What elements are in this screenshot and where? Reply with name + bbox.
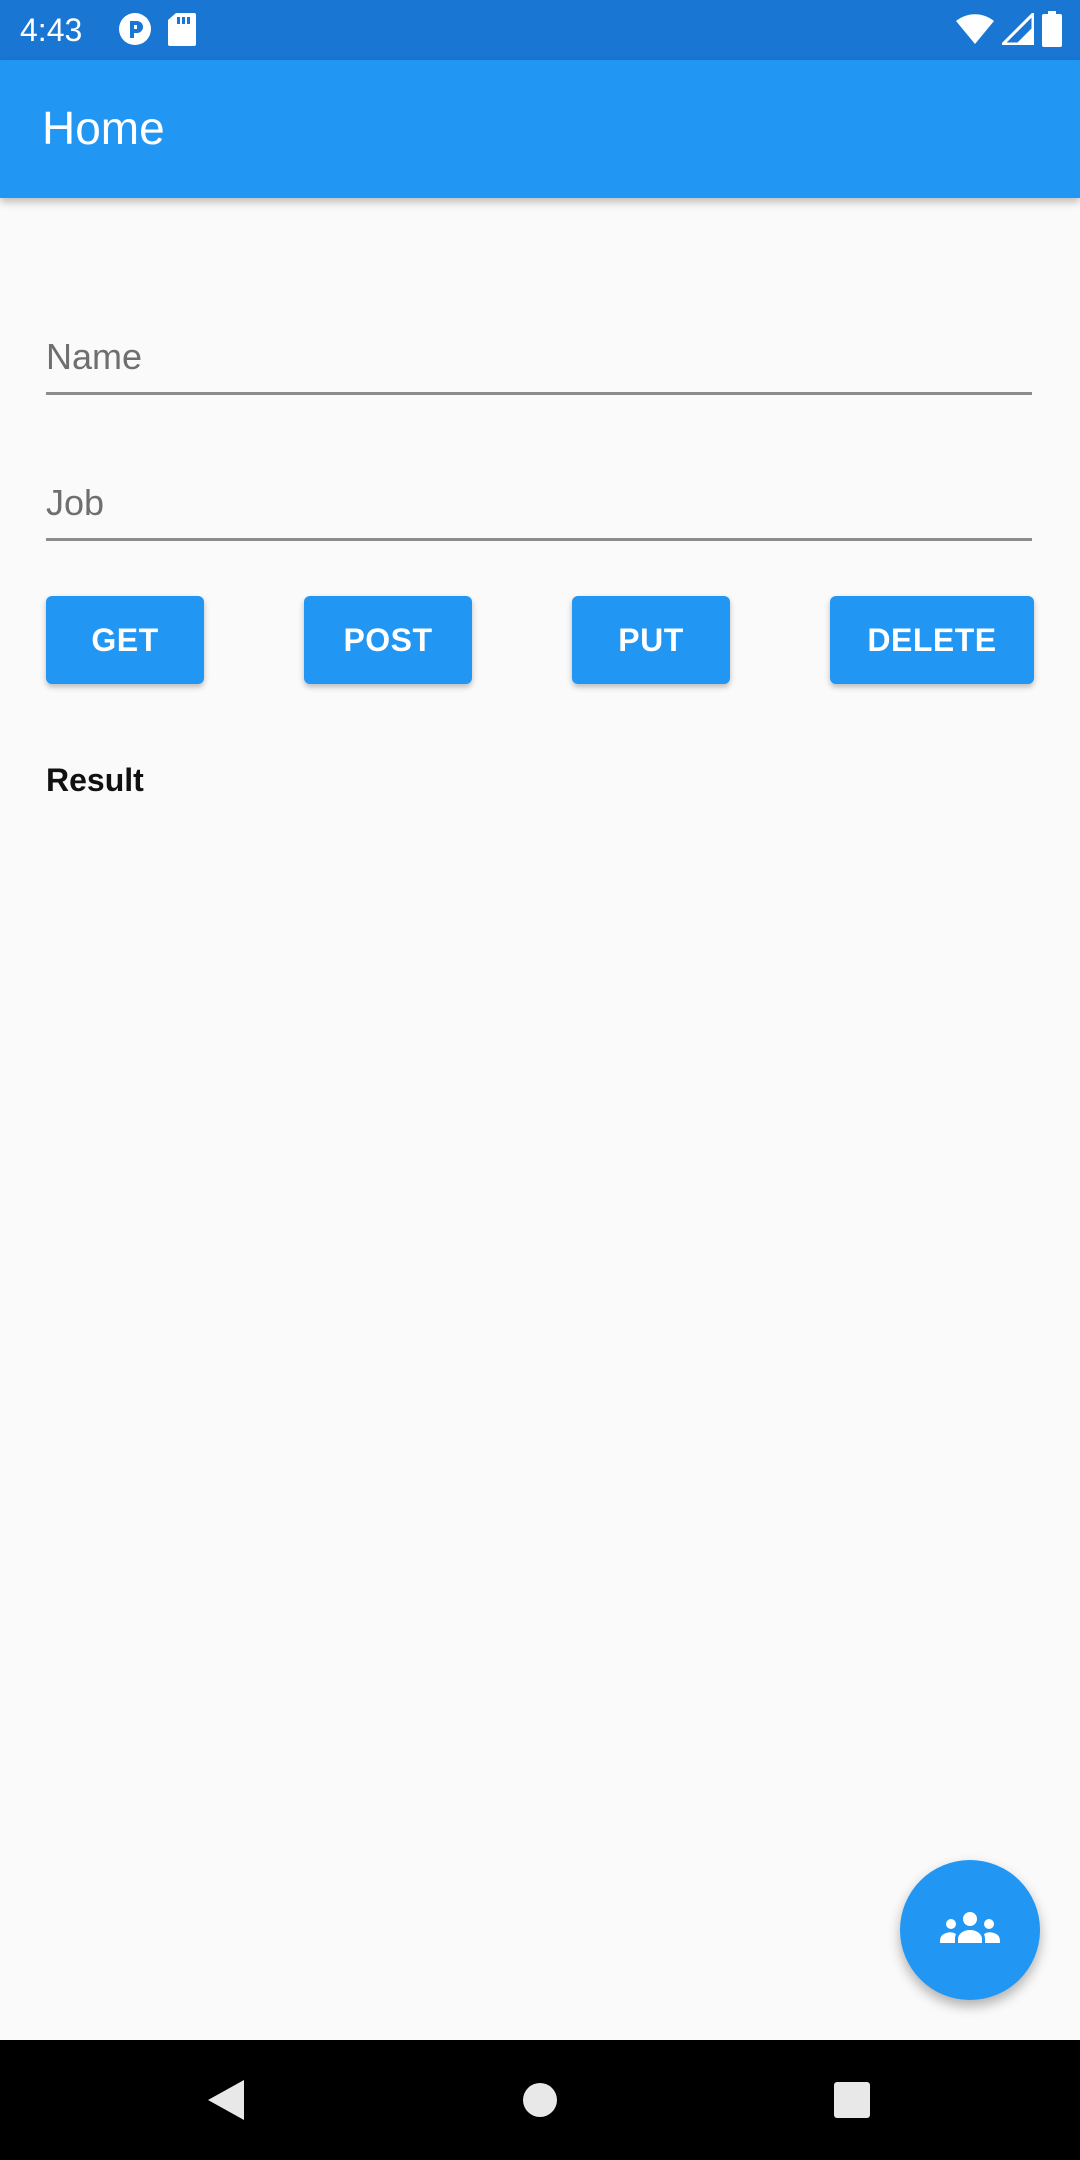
wifi-icon: [956, 13, 994, 50]
put-button[interactable]: PUT: [572, 596, 730, 684]
job-input[interactable]: [46, 468, 1032, 538]
pocket-casts-icon: [118, 12, 152, 51]
result-label: Result: [46, 762, 144, 798]
battery-icon: [1042, 10, 1062, 52]
status-notification-icons: [118, 12, 196, 51]
status-system-icons: [956, 9, 1062, 52]
post-button[interactable]: POST: [304, 596, 472, 684]
group-icon: [940, 1911, 1000, 1950]
back-icon[interactable]: [188, 2062, 264, 2138]
job-field[interactable]: [46, 468, 1032, 541]
recents-icon[interactable]: [814, 2062, 890, 2138]
delete-button[interactable]: DELETE: [830, 596, 1034, 684]
name-field[interactable]: [46, 322, 1032, 395]
page-title: Home: [42, 102, 165, 154]
users-fab-button[interactable]: [900, 1860, 1040, 2000]
home-icon[interactable]: [502, 2062, 578, 2138]
status-time: 4:43: [20, 12, 83, 48]
get-button[interactable]: GET: [46, 596, 204, 684]
sd-card-icon: [168, 12, 196, 51]
app-bar: Home: [0, 60, 1080, 198]
status-bar: 4:43: [0, 0, 1080, 60]
navigation-bar: [0, 2040, 1080, 2160]
cell-signal-icon: [999, 9, 1035, 50]
name-input[interactable]: [46, 322, 1032, 392]
